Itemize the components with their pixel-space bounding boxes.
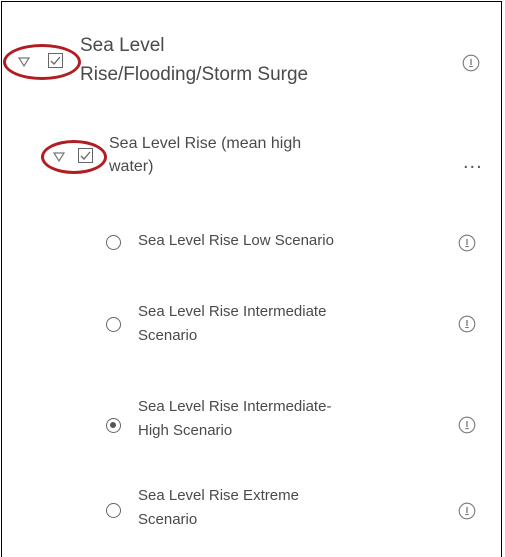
info-icon[interactable]: [458, 315, 476, 333]
group-visibility-checkbox[interactable]: [48, 53, 63, 68]
scenario-label-intermediate-high-line2: High Scenario: [138, 422, 233, 439]
highlight-circle-group: [3, 44, 81, 80]
group-title-line2: Rise/Flooding/Storm Surge: [80, 64, 309, 85]
scenario-label-extreme-line1: Sea Level Rise Extreme: [138, 487, 299, 504]
scenario-radio-low[interactable]: [106, 235, 121, 250]
sublayer-title-line2: water): [109, 158, 154, 175]
caret-down-icon[interactable]: [53, 152, 65, 162]
scenario-radio-intermediate[interactable]: [106, 317, 121, 332]
checkmark-icon: [50, 56, 61, 65]
scenario-label-low: Sea Level Rise Low Scenario: [138, 232, 334, 249]
scenario-radio-extreme[interactable]: [106, 503, 121, 518]
checkmark-icon: [80, 151, 91, 160]
scenario-label-extreme-line2: Scenario: [138, 511, 198, 528]
sublayer-visibility-checkbox[interactable]: [78, 148, 93, 163]
scenario-radio-intermediate-high[interactable]: [106, 418, 121, 433]
info-icon[interactable]: [458, 416, 476, 434]
highlight-circle-sublayer: [41, 140, 107, 174]
scenario-label-intermediate-line2: Scenario: [138, 327, 198, 344]
scenario-label-intermediate-line1: Sea Level Rise Intermediate: [138, 303, 327, 320]
info-icon[interactable]: [458, 502, 476, 520]
more-options-icon[interactable]: ...: [463, 152, 483, 172]
scenario-label-intermediate-high-line1: Sea Level Rise Intermediate-: [138, 398, 332, 415]
info-icon[interactable]: [462, 54, 480, 72]
caret-down-icon[interactable]: [18, 57, 30, 67]
info-icon[interactable]: [458, 234, 476, 252]
sublayer-title-line1: Sea Level Rise (mean high: [109, 135, 302, 152]
group-title-line1: Sea Level: [80, 35, 165, 56]
